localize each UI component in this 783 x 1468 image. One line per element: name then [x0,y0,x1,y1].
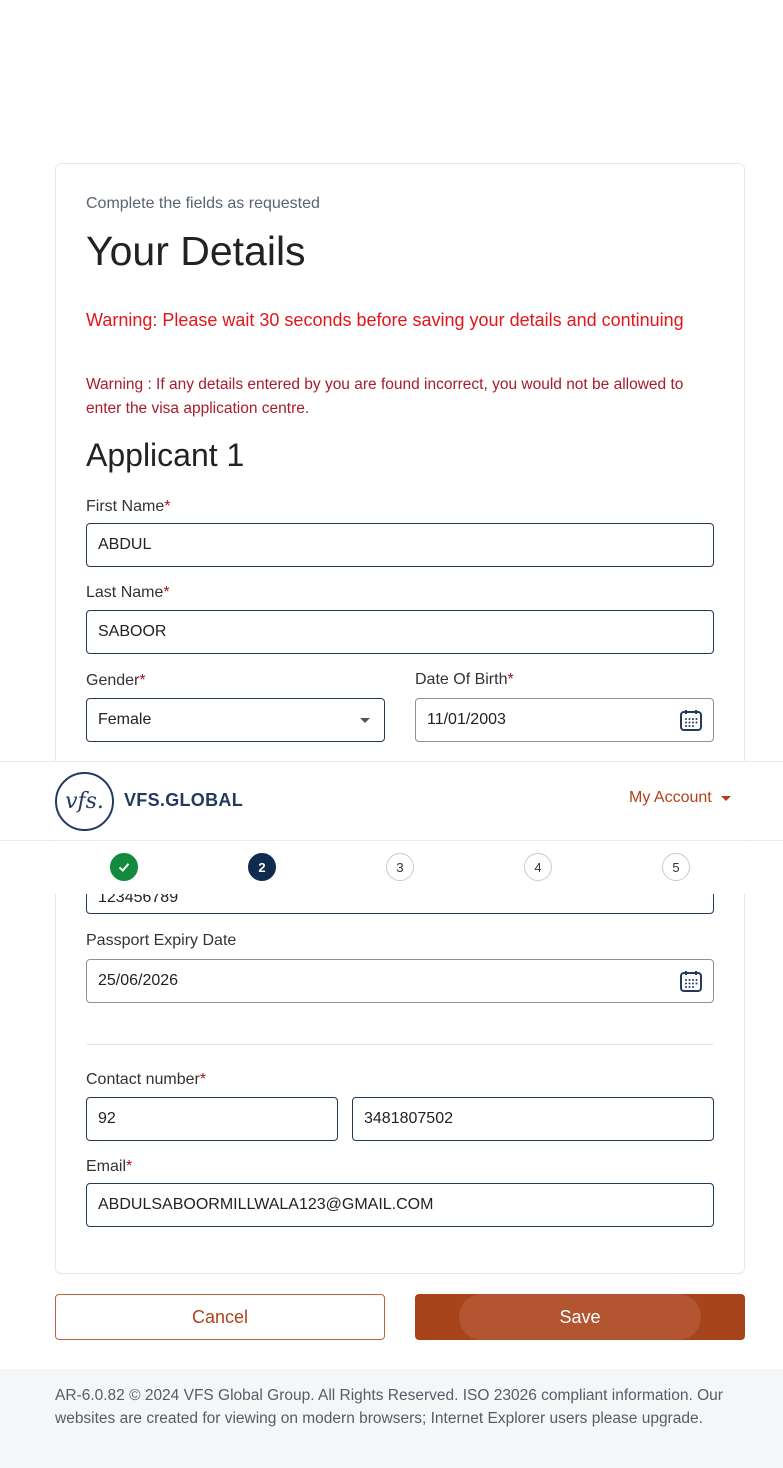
last-name-label: Last Name* [86,584,170,602]
step-4: 4 [524,853,552,881]
gender-select[interactable]: Female [86,698,385,742]
site-footer: AR-6.0.82 © 2024 VFS Global Group. All R… [0,1369,783,1468]
phone-number-value: 3481807502 [364,1110,453,1127]
calendar-icon[interactable] [679,969,703,993]
check-icon [118,863,130,872]
wait-warning: Warning: Please wait 30 seconds before s… [86,310,684,330]
gender-value: Female [98,711,152,728]
passport-expiry-label: Passport Expiry Date [86,932,237,949]
step-2-current: 2 [248,853,276,881]
required-mark: * [507,671,514,688]
form-subtitle: Complete the fields as requested [86,195,320,212]
gender-label-text: Gender [86,672,140,689]
email-label-text: Email [86,1158,127,1175]
dial-code-value: 92 [98,1110,116,1127]
save-button[interactable]: Save [415,1294,745,1340]
first-name-label-text: First Name [86,498,165,515]
logo-wordmark: VFS.GLOBAL [124,790,243,810]
email-field[interactable]: ABDULSABOORMILLWALA123@GMAIL.COM [86,1183,714,1227]
incorrect-details-warning: Warning : If any details entered by you … [86,376,684,417]
required-mark: * [199,1071,207,1088]
last-name-value: SABOOR [98,623,167,640]
my-account-label: My Account [629,789,712,806]
dial-code-field[interactable]: 92 [86,1097,338,1141]
contact-number-label: Contact number* [86,1071,206,1089]
dob-label: Date Of Birth* [415,671,514,689]
last-name-label-text: Last Name [86,584,164,601]
required-mark: * [126,1158,133,1175]
passport-expiry-value: 25/06/2026 [98,972,179,989]
footer-text: AR-6.0.82 © 2024 VFS Global Group. All R… [55,1387,723,1427]
step-1-complete [110,853,138,881]
phone-number-field[interactable]: 3481807502 [352,1097,714,1141]
first-name-field[interactable]: ABDUL [86,523,714,567]
last-name-field[interactable]: SABOOR [86,610,714,654]
section-divider [86,1044,714,1045]
passport-expiry-field[interactable]: 25/06/2026 [86,959,714,1003]
logo-mark: vfs. [65,789,104,814]
my-account-menu[interactable]: My Account [629,789,731,807]
cancel-button[interactable]: Cancel [55,1294,385,1340]
contact-number-label-text: Contact number [86,1071,200,1088]
chevron-down-icon [360,718,370,723]
calendar-icon[interactable] [679,708,703,732]
save-button-label: Save [559,1306,601,1327]
first-name-label: First Name* [86,498,170,516]
vfs-logo[interactable]: vfs. [55,772,114,831]
step-3: 3 [386,853,414,881]
dob-field[interactable]: 11/01/2003 [415,698,714,742]
required-mark: * [164,498,171,515]
first-name-value: ABDUL [98,536,152,553]
email-label: Email* [86,1158,132,1176]
required-mark: * [139,672,146,689]
dob-value: 11/01/2003 [427,711,506,728]
email-value: ABDULSABOORMILLWALA123@GMAIL.COM [98,1196,434,1213]
page-title: Your Details [86,228,306,274]
step-5: 5 [662,853,690,881]
dob-label-text: Date Of Birth [415,671,508,688]
gender-label: Gender* [86,672,146,690]
applicant-heading: Applicant 1 [86,437,245,473]
caret-down-icon [720,795,731,801]
required-mark: * [163,584,170,601]
